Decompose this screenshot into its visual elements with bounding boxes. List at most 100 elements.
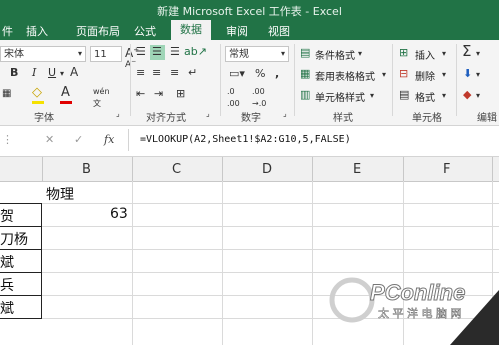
chevron-down-icon: ▾ [281,49,286,58]
formula-bar: ⋮ ✕ ✓ fx =VLOOKUP(A2,Sheet1!$A2:G10,5,FA… [0,126,499,157]
italic-icon[interactable]: I [32,67,36,79]
tab-view[interactable]: 视图 [268,23,290,39]
format-as-table-icon: ▦ [300,67,311,80]
cell-styles-button[interactable]: 单元格样式 [315,89,365,104]
cell-a2[interactable]: 贺 [0,206,14,226]
merge-center-icon[interactable]: ⊞ [176,88,185,100]
borders-icon[interactable]: ▦ [2,88,11,100]
column-header-d[interactable]: D [262,162,272,177]
column-header-c[interactable]: C [172,162,181,177]
cell-b1[interactable]: 物理 [46,184,74,204]
cell-a4[interactable]: 斌 [0,252,14,272]
cell-a5[interactable]: 兵 [0,275,14,295]
chevron-down-icon: ▾ [476,70,481,79]
dialog-launcher-icon[interactable]: ⌟ [283,108,287,120]
column-header-e[interactable]: E [353,162,361,177]
format-cells-button[interactable]: 格式 [415,89,435,104]
cell-border [0,249,42,250]
header-divider [132,157,133,181]
align-right-icon[interactable]: ≡ [170,67,179,79]
tab-insert[interactable]: 插入 [26,23,48,39]
group-divider [456,44,457,116]
insert-cells-icon: ⊞ [399,46,409,59]
tab-review[interactable]: 审阅 [226,23,248,39]
editing-group-label: 编辑 [477,113,497,124]
header-divider [403,157,404,181]
conditional-format-icon: ▤ [300,46,311,59]
cell-b2[interactable]: 63 [110,206,128,222]
ribbon-tabs: 件 插入 页面布局 公式 数据 审阅 视图 [0,20,499,40]
font-color-icon[interactable]: A [61,86,70,99]
grid-line [0,203,499,204]
number-format-box[interactable]: 常规 [225,46,289,62]
header-divider [492,157,493,181]
format-as-table-button[interactable]: 套用表格格式 [315,68,375,83]
grid-line [0,226,499,227]
autosum-icon[interactable]: Σ [462,44,471,59]
delete-cells-button[interactable]: 删除 [415,68,435,83]
align-middle-icon[interactable]: ☰ [152,46,162,58]
dialog-launcher-icon[interactable]: ⌟ [116,108,120,120]
column-header-b[interactable]: B [82,162,91,177]
tab-page-layout[interactable]: 页面布局 [76,23,120,39]
insert-cells-button[interactable]: 插入 [415,47,435,62]
number-group-label: 数字 [241,113,261,124]
ribbon: 宋体 ▾ 11 A+ A− B I U ▾ A ▦ ◇ A wén文 字体 ⌟ … [0,40,499,126]
grid-line [0,249,499,250]
grid-line [222,181,223,345]
cancel-icon[interactable]: ✕ [45,134,54,146]
formula-input[interactable]: =VLOOKUP(A2,Sheet1!$A2:G10,5,FALSE) [140,134,351,145]
chevron-down-icon: ▾ [476,91,481,100]
chevron-down-icon: ▾ [60,69,65,78]
chevron-down-icon: ▾ [476,49,481,58]
cell-a3[interactable]: 刀杨 [0,229,28,249]
chevron-down-icon: ▾ [382,70,387,79]
column-header-f[interactable]: F [443,162,450,177]
header-divider [222,157,223,181]
underline-icon[interactable]: U [48,67,56,79]
fill-down-icon[interactable]: ⬇ [463,68,472,80]
cell-a6[interactable]: 斌 [0,298,14,318]
wrap-text-icon[interactable]: ↵ [188,67,197,79]
orientation-icon[interactable]: ab↗ [184,46,207,58]
header-divider [42,157,43,181]
cell-border [0,203,42,204]
align-bottom-icon[interactable]: ☰ [170,46,180,58]
accounting-format-icon[interactable]: ▭▾ [229,68,245,80]
namebox-more-icon: ⋮ [2,133,13,146]
align-center-icon[interactable]: ≡ [152,67,161,79]
fill-color-swatch [32,101,44,104]
grid-line [132,181,133,345]
decrease-decimal-icon[interactable]: .00 →.0 [252,86,266,110]
font-color-swatch [60,101,72,104]
font-group-label: 字体 [34,113,54,124]
title-bar: 新建 Microsoft Excel 工作表 - Excel [0,0,499,20]
bold-icon[interactable]: B [10,67,18,79]
window-title: 新建 Microsoft Excel 工作表 - Excel [157,5,342,18]
tab-data[interactable]: 数据 [171,20,211,40]
clear-icon[interactable]: ◆ [463,89,471,101]
cells-group-label: 单元格 [412,113,442,124]
fill-color-icon[interactable]: ◇ [32,86,42,99]
decrease-indent-icon[interactable]: ⇤ [136,88,145,100]
wen-phonetic-icon[interactable]: A [70,66,78,78]
conditional-format-button[interactable]: 条件格式 [315,47,355,62]
align-left-icon[interactable]: ≡ [136,67,145,79]
font-size-box[interactable]: 11 [90,46,122,62]
dialog-launcher-icon[interactable]: ⌟ [206,108,210,120]
chevron-down-icon: ▾ [358,49,363,58]
tab-formulas[interactable]: 公式 [134,23,156,39]
font-name-box[interactable]: 宋体 [0,46,86,62]
increase-decimal-icon[interactable]: .0.00 [227,86,240,110]
percent-icon[interactable]: % [255,68,265,80]
enter-icon[interactable]: ✓ [74,134,83,146]
increase-indent-icon[interactable]: ⇥ [154,88,163,100]
align-top-icon[interactable]: ☰ [136,46,146,58]
chevron-down-icon: ▾ [442,70,447,79]
comma-style-icon[interactable]: , [275,68,279,80]
tab-file[interactable]: 件 [2,23,13,39]
group-divider [130,44,131,116]
insert-function-icon[interactable]: fx [104,134,114,146]
group-divider [392,44,393,116]
phonetic-icon[interactable]: wén 文 [93,86,110,110]
